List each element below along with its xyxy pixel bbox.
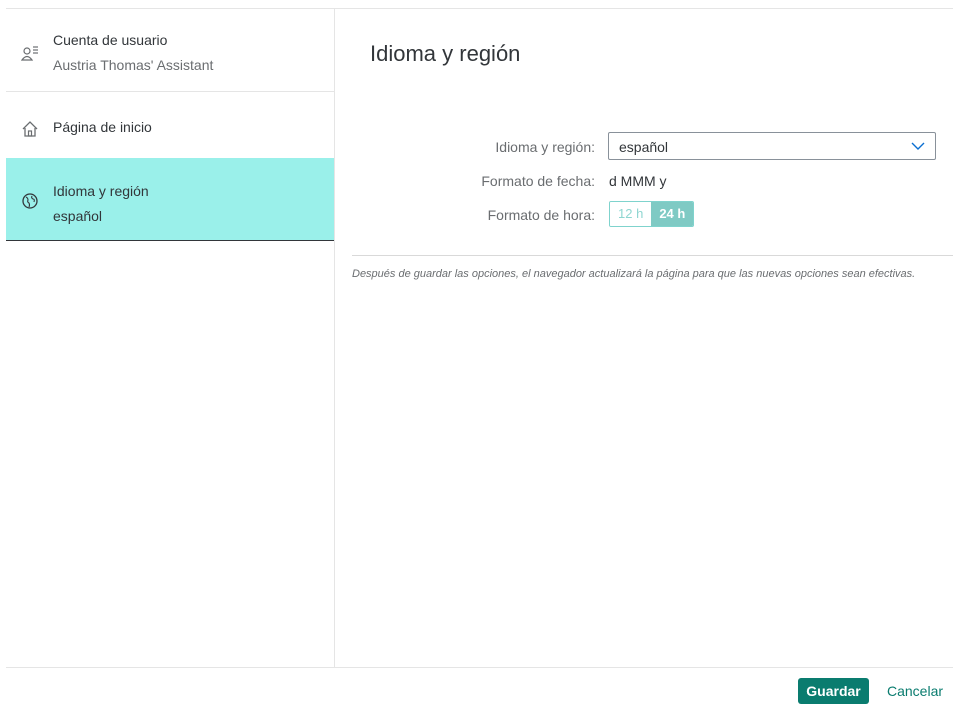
- sidebar-item-title: Página de inicio: [53, 119, 152, 135]
- page-title: Idioma y región: [370, 41, 521, 66]
- sidebar-item-language-region[interactable]: Idioma y región español: [6, 158, 334, 241]
- divider: [352, 255, 953, 256]
- chevron-down-icon: [911, 142, 925, 150]
- time-format-12h-button[interactable]: 12 h: [610, 202, 652, 226]
- time-format-24h-button[interactable]: 24 h: [651, 202, 694, 226]
- home-icon: [21, 120, 39, 138]
- save-button[interactable]: Guardar: [798, 678, 869, 704]
- sidebar: Cuenta de usuario Austria Thomas' Assist…: [6, 9, 335, 667]
- language-select[interactable]: español: [608, 132, 936, 160]
- date-format-label: Formato de fecha:: [481, 173, 595, 189]
- sidebar-item-description: Austria Thomas' Assistant: [53, 57, 214, 73]
- sidebar-item-user-account[interactable]: Cuenta de usuario Austria Thomas' Assist…: [6, 9, 334, 92]
- cancel-button[interactable]: Cancelar: [880, 678, 950, 704]
- footer-divider: [6, 667, 953, 668]
- language-select-value: español: [619, 139, 669, 155]
- main-panel: Idioma y región Idioma y región: español…: [336, 9, 953, 667]
- language-label: Idioma y región:: [495, 139, 595, 155]
- globe-icon: [21, 192, 39, 210]
- time-format-row: Formato de hora: 12 h 24 h: [336, 201, 953, 229]
- sidebar-item-home-page[interactable]: Página de inicio: [6, 92, 334, 158]
- save-note: Después de guardar las opciones, el nave…: [352, 268, 916, 280]
- time-format-label: Formato de hora:: [487, 207, 595, 223]
- time-format-toggle: 12 h 24 h: [609, 201, 695, 227]
- language-row: Idioma y región: español: [336, 132, 953, 160]
- sidebar-item-title: Cuenta de usuario: [53, 32, 168, 48]
- sidebar-item-title: Idioma y región: [53, 183, 149, 199]
- user-account-icon: [21, 44, 39, 62]
- date-format-value: d MMM y: [609, 173, 667, 189]
- sidebar-item-description: español: [53, 208, 103, 224]
- date-format-row: Formato de fecha: d MMM y: [336, 169, 953, 197]
- settings-dialog: Cuenta de usuario Austria Thomas' Assist…: [0, 0, 959, 706]
